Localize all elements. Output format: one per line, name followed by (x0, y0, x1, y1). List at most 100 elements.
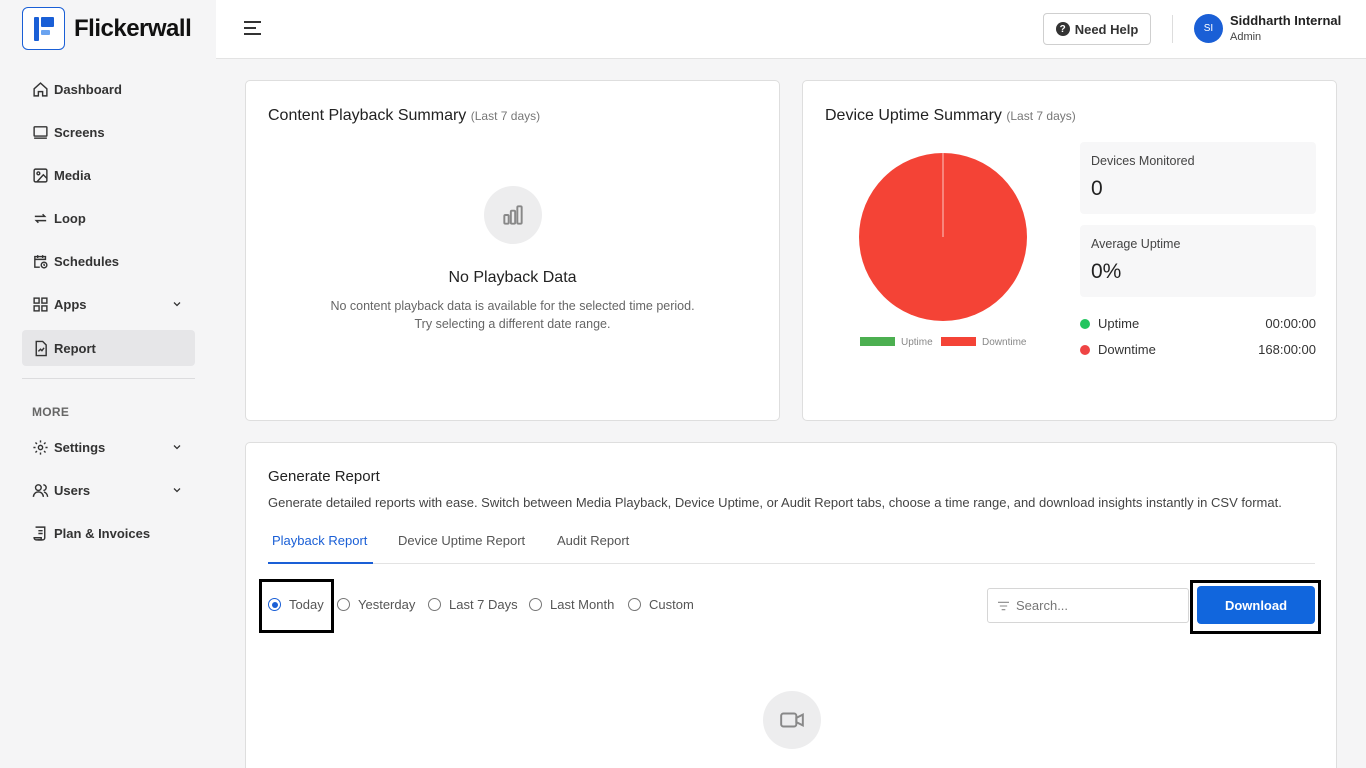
sidebar-item-screens[interactable]: Screens (22, 114, 195, 150)
home-icon (33, 81, 48, 97)
downtime-label: Downtime (1098, 342, 1156, 357)
brand-logo[interactable]: Flickerwall (22, 7, 192, 50)
sidebar-item-label: Users (54, 482, 91, 498)
tab-audit-report[interactable]: Audit Report (557, 533, 629, 548)
need-help-label: Need Help (1074, 21, 1139, 37)
avatar[interactable]: SI (1194, 14, 1223, 43)
chevron-down-icon (173, 488, 181, 493)
sidebar-item-label: Apps (54, 296, 87, 312)
playback-summary-subtitle: (Last 7 days) (470, 109, 541, 123)
uptime-summary-title: Device Uptime Summary (Last 7 days) (825, 107, 1076, 124)
sidebar-item-users[interactable]: Users (22, 472, 195, 508)
search-placeholder: Search... (1016, 598, 1069, 613)
bar-chart-icon (484, 186, 542, 244)
sidebar-item-plan-invoices[interactable]: Plan & Invoices (22, 515, 195, 551)
radio-label: Custom (649, 597, 694, 612)
uptime-label: Uptime (1098, 316, 1140, 331)
generate-report-card: Generate Report Generate detailed report… (245, 442, 1337, 768)
legend-swatch-uptime[interactable] (860, 337, 895, 346)
average-uptime-box: Average Uptime 0% (1080, 225, 1316, 297)
user-role: Admin (1230, 31, 1262, 43)
help-icon: ? (1055, 22, 1070, 36)
no-playback-description: No content playback data is available fo… (330, 299, 695, 331)
tab-device-uptime-report[interactable]: Device Uptime Report (398, 533, 525, 548)
sidebar-item-loop[interactable]: Loop (22, 200, 195, 236)
need-help-button[interactable]: ? Need Help (1043, 13, 1151, 45)
menu-toggle-icon[interactable] (243, 19, 263, 37)
sidebar-item-label: Report (54, 340, 96, 356)
top-header: ? Need Help SI Siddharth Internal Admin (216, 0, 1366, 59)
uptime-pie-chart: Uptime Downtime (859, 153, 1027, 348)
uptime-value: 00:00:00 (1265, 316, 1316, 331)
flickerwall-logo-icon (22, 7, 65, 50)
uptime-dot-icon (1080, 319, 1090, 329)
sidebar-item-dashboard[interactable]: Dashboard (22, 71, 195, 107)
average-uptime-value: 0% (1091, 260, 1122, 283)
sidebar-item-schedules[interactable]: Schedules (22, 243, 195, 279)
downtime-value: 168:00:00 (1258, 342, 1316, 357)
radio-label: Yesterday (358, 597, 416, 612)
image-icon (33, 167, 48, 183)
uptime-summary-subtitle: (Last 7 days) (1006, 109, 1076, 123)
header-separator (1172, 15, 1173, 43)
sidebar-item-label: Dashboard (54, 81, 122, 97)
radio-circle (529, 598, 542, 611)
video-camera-icon (763, 691, 821, 749)
radio-circle (337, 598, 350, 611)
playback-summary-card: Content Playback Summary (Last 7 days) N… (245, 80, 780, 421)
radio-circle (428, 598, 441, 611)
chevron-down-icon (173, 445, 181, 450)
sidebar-item-label: Schedules (54, 253, 120, 269)
sidebar-item-label: Plan & Invoices (54, 525, 151, 541)
radio-last-7-days[interactable]: Last 7 Days (428, 597, 518, 612)
sidebar-item-apps[interactable]: Apps (22, 286, 195, 322)
invoice-icon (33, 525, 46, 541)
sidebar-item-label: Loop (54, 210, 86, 226)
screen-icon (33, 125, 48, 139)
no-playback-title: No Playback Data (448, 269, 577, 286)
user-name[interactable]: Siddharth Internal (1230, 13, 1341, 28)
uptime-summary-card: Device Uptime Summary (Last 7 days) Upti… (802, 80, 1337, 421)
search-input[interactable]: Search... (987, 588, 1189, 623)
radio-label: Last 7 Days (449, 597, 518, 612)
devices-monitored-label: Devices Monitored (1091, 154, 1195, 168)
average-uptime-label: Average Uptime (1091, 237, 1181, 251)
calendar-clock-icon (34, 254, 48, 269)
devices-monitored-value: 0 (1091, 177, 1103, 200)
devices-monitored-box: Devices Monitored 0 (1080, 142, 1316, 214)
sidebar-item-label: Screens (54, 124, 105, 140)
active-tab-indicator (268, 562, 373, 564)
radio-last-month[interactable]: Last Month (529, 597, 614, 612)
radio-custom[interactable]: Custom (628, 597, 694, 612)
legend-label-downtime: Downtime (982, 337, 1027, 348)
users-icon (32, 483, 49, 497)
sidebar-item-settings[interactable]: Settings (22, 429, 195, 465)
playback-summary-title: Content Playback Summary (Last 7 days) (268, 107, 541, 124)
sidebar-item-media[interactable]: Media (22, 157, 195, 193)
sidebar-item-label: Settings (54, 439, 106, 455)
radio-label: Last Month (550, 597, 615, 612)
report-icon (35, 340, 47, 356)
gear-icon (33, 439, 48, 455)
highlight-box-download (1190, 580, 1321, 634)
highlight-box-today (259, 579, 334, 633)
loop-icon (34, 213, 47, 223)
downtime-legend-row: Downtime 168:00:00 (1080, 341, 1316, 359)
radio-yesterday[interactable]: Yesterday (337, 597, 415, 612)
generate-report-title: Generate Report (268, 468, 380, 485)
sidebar-item-report[interactable]: Report (22, 330, 195, 366)
more-section-label: MORE (32, 405, 70, 419)
sidebar-divider (22, 378, 195, 379)
grid-icon (33, 296, 48, 312)
downtime-dot-icon (1080, 345, 1090, 355)
filter-icon (998, 601, 1009, 611)
tab-playback-report[interactable]: Playback Report (272, 533, 367, 548)
brand-name: Flickerwall (74, 14, 192, 42)
legend-swatch-downtime[interactable] (941, 337, 976, 346)
tabs-divider (268, 563, 1315, 564)
radio-circle (628, 598, 641, 611)
chevron-down-icon (173, 302, 181, 307)
generate-report-description: Generate detailed reports with ease. Swi… (268, 495, 1282, 510)
uptime-legend-row: Uptime 00:00:00 (1080, 315, 1316, 333)
legend-label-uptime: Uptime (901, 337, 933, 348)
